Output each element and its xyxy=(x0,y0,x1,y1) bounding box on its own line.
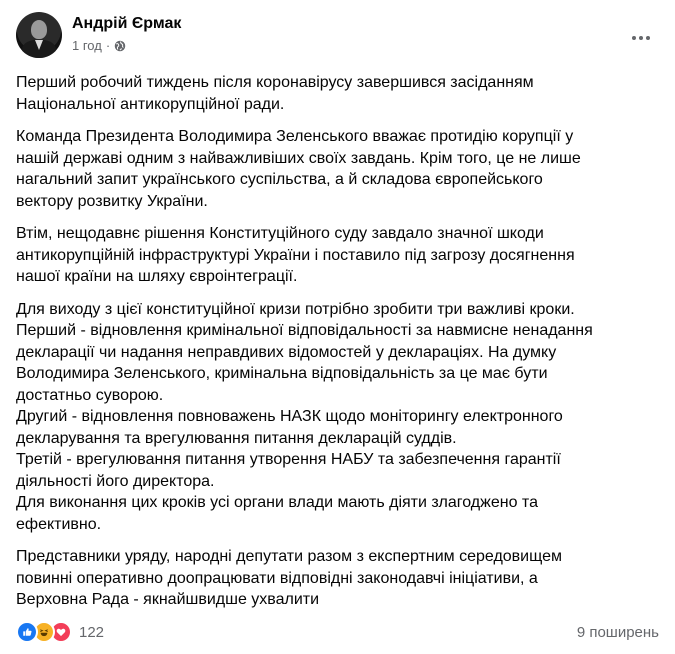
post-time[interactable]: 1 год xyxy=(72,38,102,53)
post-meta: 1 год · xyxy=(72,38,126,53)
post-paragraph: Команда Президента Володимира Зеленськог… xyxy=(16,128,581,210)
facebook-post: Андрій Єрмак 1 год · Перший робочий тижд… xyxy=(0,0,675,654)
reactions-summary[interactable]: 122 xyxy=(16,621,104,643)
reaction-count: 122 xyxy=(79,623,105,641)
meta-separator: · xyxy=(105,38,111,53)
post-paragraph: Перший робочий тиждень після коронавірус… xyxy=(16,74,534,113)
more-options-button[interactable] xyxy=(623,20,659,56)
author-avatar[interactable] xyxy=(16,12,62,58)
post-header: Андрій Єрмак 1 год · xyxy=(16,12,659,60)
post-footer: 122 9 поширень xyxy=(16,618,659,646)
shares-count[interactable]: 9 поширень xyxy=(577,624,659,641)
post-text: Перший робочий тиждень після коронавірус… xyxy=(16,72,656,622)
post-paragraph: Представники уряду, народні депутати раз… xyxy=(16,548,562,608)
post-paragraph: Втім, нещодавнє рішення Конституційного … xyxy=(16,225,575,285)
more-options-icon xyxy=(632,36,650,40)
globe-icon[interactable] xyxy=(114,40,126,52)
like-icon xyxy=(16,621,38,643)
post-paragraph: Для виходу з цієї конституційної кризи п… xyxy=(16,300,593,533)
author-name[interactable]: Андрій Єрмак xyxy=(72,15,181,33)
